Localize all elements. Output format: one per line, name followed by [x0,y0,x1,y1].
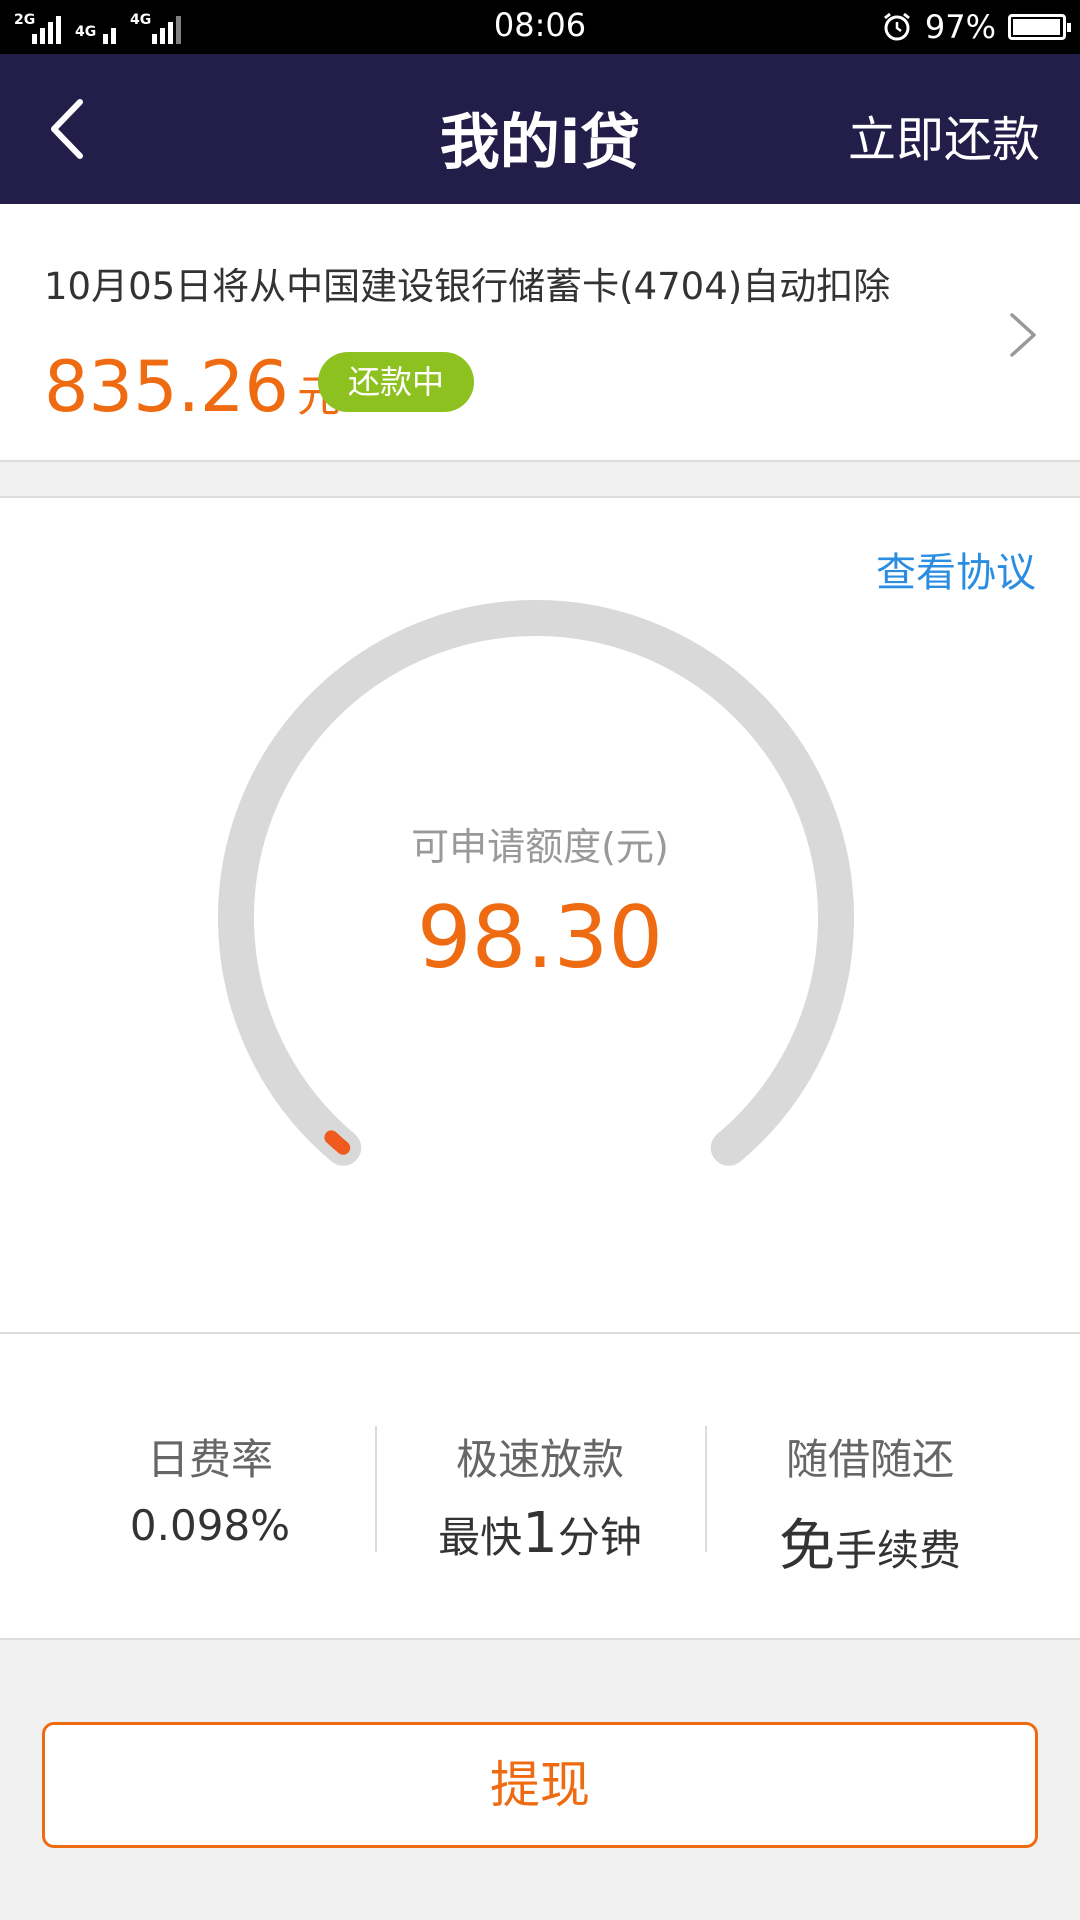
feature-title: 极速放款 [455,1435,624,1484]
available-credit-label: 可申请额度(元) [411,825,669,869]
status-bar: 2G 4G 4G 08:06 97% [0,0,1080,54]
gauge-track [218,599,854,1166]
status-right: 97% [881,8,1071,46]
feature-value-big: 免 [778,1514,835,1579]
repayment-amount: 835.26 元 [44,346,341,428]
feature-value-suffix: 分钟 [557,1513,642,1562]
feature-value-prefix: 最快 [438,1513,523,1562]
status-badge: 还款中 [318,352,474,412]
app-screen: 2G 4G 4G 08:06 97% 我的i贷 立即还款 10月05日将从中国建… [0,0,1080,1920]
repayment-amount-value: 835.26 [44,346,289,428]
withdraw-button[interactable]: 提现 [42,1722,1038,1848]
feature-fast-loan: 极速放款 最快1分钟 [375,1426,705,1566]
repayment-card[interactable]: 10月05日将从中国建设银行储蓄卡(4704)自动扣除 835.26 元 还款中 [0,204,1080,462]
feature-title: 随借随还 [785,1435,954,1484]
credit-gauge-card: 查看协议 可申请额度(元) 98.30 [0,496,1080,1334]
available-credit-value: 98.30 [416,888,664,988]
feature-value: 免手续费 [705,1501,1035,1582]
feature-value: 0.098% [45,1501,375,1550]
chevron-right-icon [1010,313,1036,357]
gauge-fill [324,1130,351,1155]
feature-value-big: 1 [522,1501,558,1566]
feature-flexible-repay: 随借随还 免手续费 [705,1426,1035,1582]
feature-value: 最快1分钟 [375,1501,705,1566]
feature-daily-rate: 日费率 0.098% [45,1426,375,1550]
repayment-description: 10月05日将从中国建设银行储蓄卡(4704)自动扣除 [44,265,891,308]
battery-icon [1008,14,1071,40]
alarm-icon [883,12,910,41]
battery-percent: 97% [924,8,996,46]
features-panel: 日费率 0.098% 极速放款 最快1分钟 随借随还 免手续费 [0,1334,1080,1640]
repay-now-button[interactable]: 立即还款 [848,100,1040,170]
feature-value-suffix: 手续费 [834,1526,961,1575]
nav-bar: 我的i贷 立即还款 [0,54,1080,204]
feature-value-text: 0.098% [129,1501,291,1550]
feature-title: 日费率 [146,1435,273,1484]
